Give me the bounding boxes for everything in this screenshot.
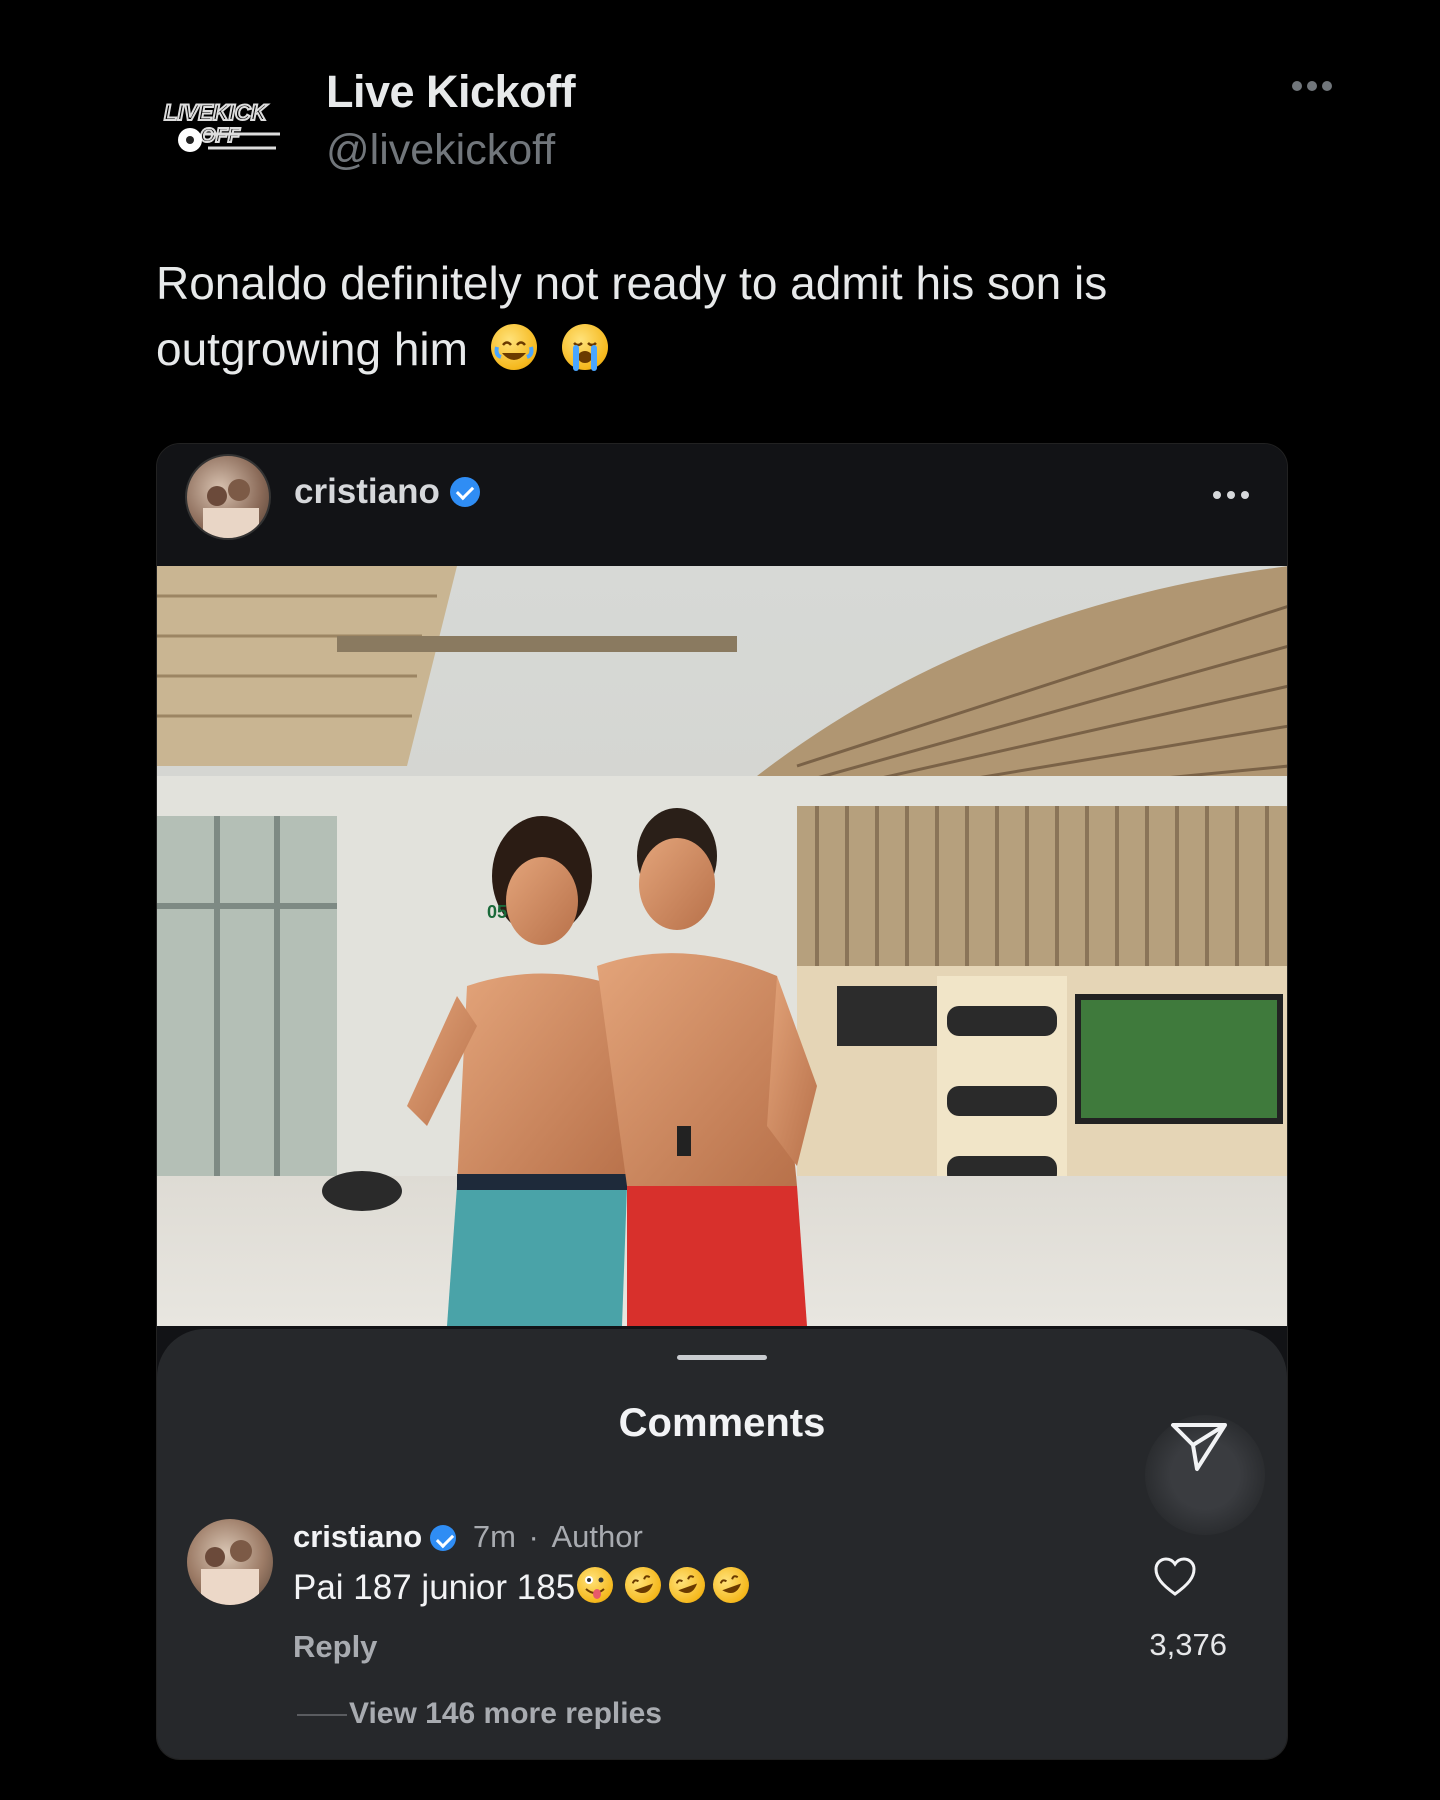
comment-avatar[interactable] <box>187 1519 273 1605</box>
meta-separator: · <box>528 1519 539 1554</box>
rofl-emoji-icon <box>664 1561 711 1609</box>
comments-sheet: Comments cristiano 7m · Author Pai 187 j… <box>157 1329 1287 1759</box>
comment-text: Pai 187 junior 185 <box>293 1561 755 1609</box>
author-tag: Author <box>551 1519 643 1554</box>
tweet-body: Ronaldo definitely not ready to admit hi… <box>156 257 1108 375</box>
like-count: 3,376 <box>1149 1627 1227 1662</box>
reply-button[interactable]: Reply <box>293 1629 377 1665</box>
livekickoff-logo[interactable]: LIVEKICK OFF <box>160 90 295 160</box>
instagram-screenshot-card[interactable]: cristiano 05 Comments cristiano 7m · Aut… <box>156 443 1288 1760</box>
share-button[interactable] <box>1145 1415 1265 1535</box>
rofl-emoji-icon <box>620 1561 667 1609</box>
username-text: cristiano <box>294 472 440 511</box>
zany-face-emoji-icon <box>577 1567 614 1603</box>
post-more-icon[interactable] <box>1207 486 1249 504</box>
author-name[interactable]: Live Kickoff <box>326 66 576 118</box>
comment-header: cristiano 7m · Author <box>293 1519 643 1555</box>
sheet-handle[interactable] <box>677 1355 767 1360</box>
comment-item: cristiano 7m · Author Pai 187 junior 185… <box>187 1519 1257 1669</box>
profile-avatar[interactable] <box>185 454 271 540</box>
post-photo[interactable]: 05 <box>157 566 1287 1326</box>
heart-icon[interactable] <box>1153 1557 1197 1597</box>
verified-badge-icon <box>430 1525 457 1551</box>
more-options-icon[interactable] <box>1292 78 1340 98</box>
shirt-number-text: 05 <box>487 902 507 922</box>
photo-illustration: 05 <box>157 566 1287 1326</box>
tweet-header: LIVEKICK OFF Live Kickoff @livekickoff <box>160 60 1340 174</box>
view-replies-text: View 146 more replies <box>349 1697 662 1730</box>
view-replies-link[interactable]: View 146 more replies <box>297 1697 662 1731</box>
rofl-emoji-icon <box>708 1561 755 1609</box>
verified-badge-icon <box>449 477 480 507</box>
comment-time: 7m <box>472 1519 516 1554</box>
send-icon <box>1171 1423 1227 1471</box>
comment-username[interactable]: cristiano <box>293 1519 422 1554</box>
laughing-emoji-icon <box>490 324 537 370</box>
svg-text:LIVEKICK: LIVEKICK <box>164 100 269 125</box>
crying-emoji-icon <box>561 324 608 371</box>
comments-title: Comments <box>618 1401 826 1445</box>
instagram-username[interactable]: cristiano <box>294 472 480 512</box>
comment-body: Pai 187 junior 185 <box>293 1568 576 1607</box>
instagram-post-header: cristiano <box>157 444 1287 566</box>
author-handle[interactable]: @livekickoff <box>326 126 555 175</box>
svg-text:OFF: OFF <box>200 125 241 147</box>
tweet-text: Ronaldo definitely not ready to admit hi… <box>156 250 1306 382</box>
